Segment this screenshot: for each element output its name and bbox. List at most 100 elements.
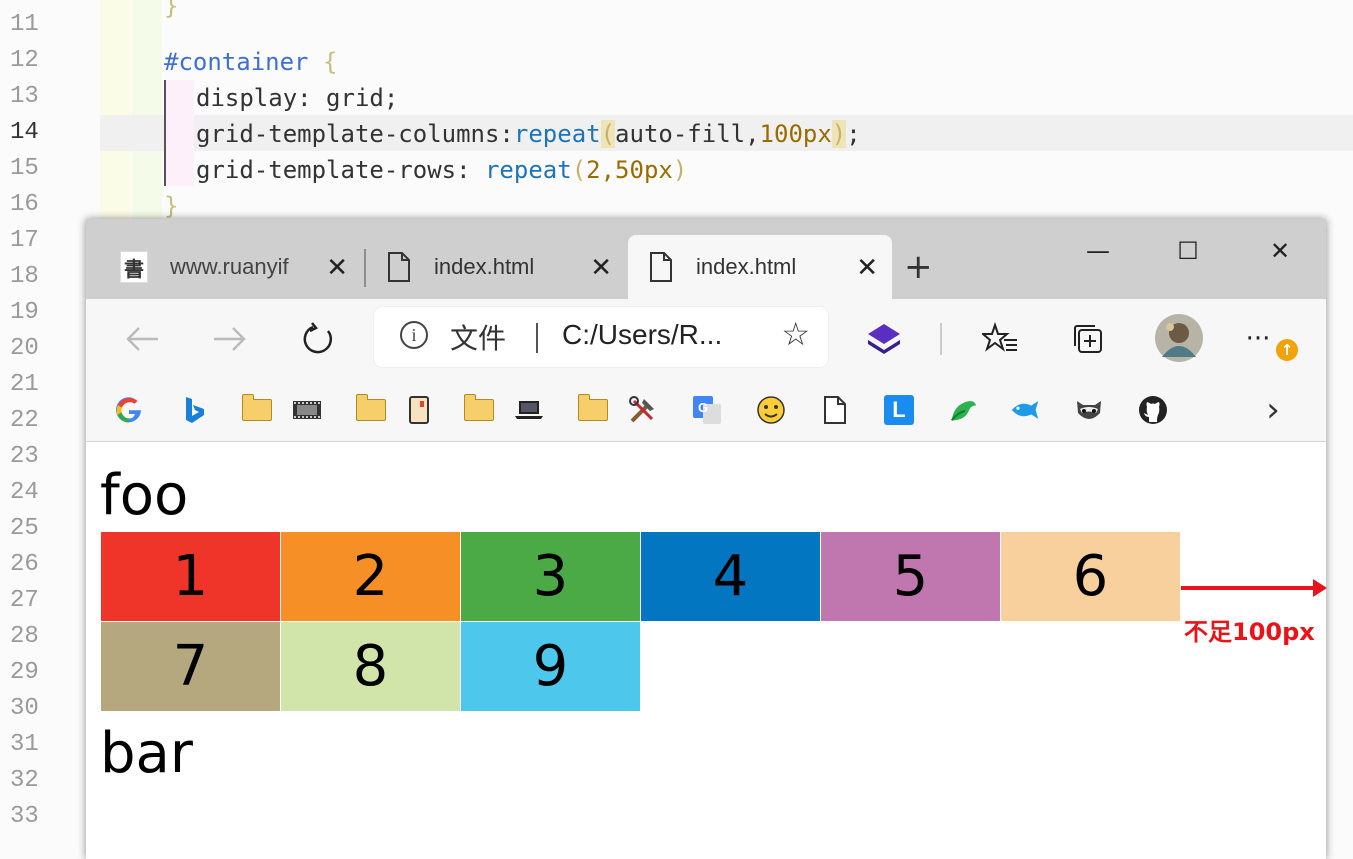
code-token: } (164, 192, 179, 220)
info-icon[interactable]: i (400, 321, 428, 349)
close-icon[interactable]: ✕ (590, 252, 612, 283)
document-icon[interactable] (820, 395, 850, 425)
bird-icon[interactable] (948, 395, 978, 425)
tab-ruanyifeng[interactable]: 書 www.ruanyif ✕ (100, 235, 362, 299)
code-line-14[interactable]: grid-template-columns:repeat(auto-fill,1… (196, 116, 861, 152)
line-number: 27 (10, 587, 39, 614)
line-number: 23 (10, 443, 39, 470)
tab-label: www.ruanyif (170, 254, 289, 279)
code-token: repeat (484, 156, 572, 184)
scheme-label: 文件 (450, 323, 507, 354)
folder-icon[interactable] (464, 394, 494, 425)
line-number: 14 (10, 119, 39, 146)
forward-icon[interactable] (208, 317, 252, 361)
code-line-13[interactable]: display: grid; (196, 80, 398, 116)
code-token: ( (600, 120, 616, 148)
code-token: ( (571, 156, 587, 184)
grid-item-3: 3 (461, 532, 641, 622)
grid-item-2: 2 (281, 532, 461, 622)
foo-text: foo (100, 463, 189, 528)
code-line-12[interactable]: #container { (164, 44, 337, 80)
tab-index-active[interactable]: index.html ✕ (628, 235, 892, 299)
url-text[interactable]: C:/Users/R... (562, 319, 722, 351)
code-token: 50px (615, 156, 673, 184)
close-icon[interactable]: ✕ (326, 252, 348, 283)
minimize-button[interactable]: — (1070, 231, 1126, 271)
line-number: 28 (10, 623, 39, 650)
collections-icon[interactable] (1066, 317, 1110, 361)
code-token: repeat (513, 120, 601, 148)
bing-icon[interactable] (180, 395, 210, 425)
svg-text:G: G (698, 400, 708, 415)
chevron-right-icon[interactable]: › (1258, 390, 1288, 430)
book-icon[interactable] (404, 395, 434, 425)
google-icon[interactable] (114, 395, 144, 425)
code-token: ) (831, 120, 847, 148)
fish-icon[interactable] (1010, 395, 1040, 425)
bar-text: bar (100, 721, 193, 786)
raccoon-icon[interactable] (1074, 395, 1104, 425)
grid-item-9: 9 (461, 622, 641, 712)
page-viewport: foo 123456 789 不足100px bar (86, 442, 1327, 859)
code-token: 100px (759, 120, 832, 148)
close-icon[interactable]: ✕ (856, 252, 878, 283)
film-icon[interactable] (292, 395, 322, 425)
extension-layers-icon[interactable] (862, 317, 906, 361)
code-line-15[interactable]: grid-template-rows: repeat(2,50px) (196, 152, 687, 188)
line-number: 22 (10, 407, 39, 434)
address-divider (536, 323, 538, 353)
line-number: 32 (10, 767, 39, 794)
refresh-icon[interactable] (296, 317, 340, 361)
laptop-icon[interactable] (514, 395, 544, 425)
grid-item-5: 5 (821, 532, 1001, 622)
code-token: 2, (586, 156, 616, 184)
new-tab-button[interactable]: + (904, 249, 933, 285)
code-token: auto-fill, (615, 120, 760, 148)
tab-index-1[interactable]: index.html ✕ (366, 235, 626, 299)
calligraphy-favicon-icon: 書 (120, 251, 148, 283)
back-icon[interactable] (120, 317, 164, 361)
code-token: } (164, 0, 179, 20)
code-selector: #container (164, 48, 309, 76)
maximize-button[interactable]: ☐ (1160, 231, 1216, 271)
translate-icon[interactable]: G (692, 395, 722, 425)
more-label: ··· (1245, 324, 1271, 354)
line-number: 30 (10, 695, 39, 722)
code-token: { (308, 48, 338, 76)
favorite-star-icon[interactable]: ☆ (781, 315, 810, 353)
line-number: 25 (10, 515, 39, 542)
close-window-button[interactable]: ✕ (1252, 231, 1308, 271)
grid-item-7: 7 (101, 622, 281, 712)
line-number: 13 (10, 83, 39, 110)
line-number: 24 (10, 479, 39, 506)
arrow-annotation (1181, 579, 1327, 597)
code-line-11[interactable]: } (164, 0, 178, 24)
block-guide-line (164, 80, 166, 186)
document-icon (648, 252, 674, 282)
toolbar-separator (940, 323, 942, 355)
browser-toolbar: i 文件 C:/Users/R... ☆ ··· ↑ (86, 299, 1326, 379)
address-bar[interactable]: i 文件 C:/Users/R... ☆ (374, 307, 828, 367)
tools-icon[interactable] (628, 395, 658, 425)
grid-container: 123456 789 (101, 532, 1181, 712)
folder-icon[interactable] (242, 394, 272, 425)
line-number: 11 (10, 11, 39, 38)
profile-avatar[interactable] (1154, 313, 1204, 363)
more-icon[interactable]: ··· (1236, 317, 1280, 361)
emoji-smile-icon[interactable] (756, 395, 786, 425)
line-number: 16 (10, 191, 39, 218)
folder-icon[interactable] (578, 394, 608, 425)
line-number: 12 (10, 47, 39, 74)
folder-icon[interactable] (356, 394, 386, 425)
code-token: display: grid; (196, 84, 399, 112)
code-token: ) (672, 156, 688, 184)
code-token: ; (846, 120, 861, 148)
github-icon[interactable] (1138, 395, 1168, 425)
line-number: 18 (10, 263, 39, 290)
browser-window: 書 www.ruanyif ✕ index.html ✕ index.html … (86, 219, 1327, 859)
line-number: 26 (10, 551, 39, 578)
l-app-icon[interactable]: L (884, 395, 914, 425)
indent-guide-inner (166, 80, 194, 186)
favorites-icon[interactable] (978, 317, 1022, 361)
annotation-text: 不足100px (1184, 618, 1315, 646)
